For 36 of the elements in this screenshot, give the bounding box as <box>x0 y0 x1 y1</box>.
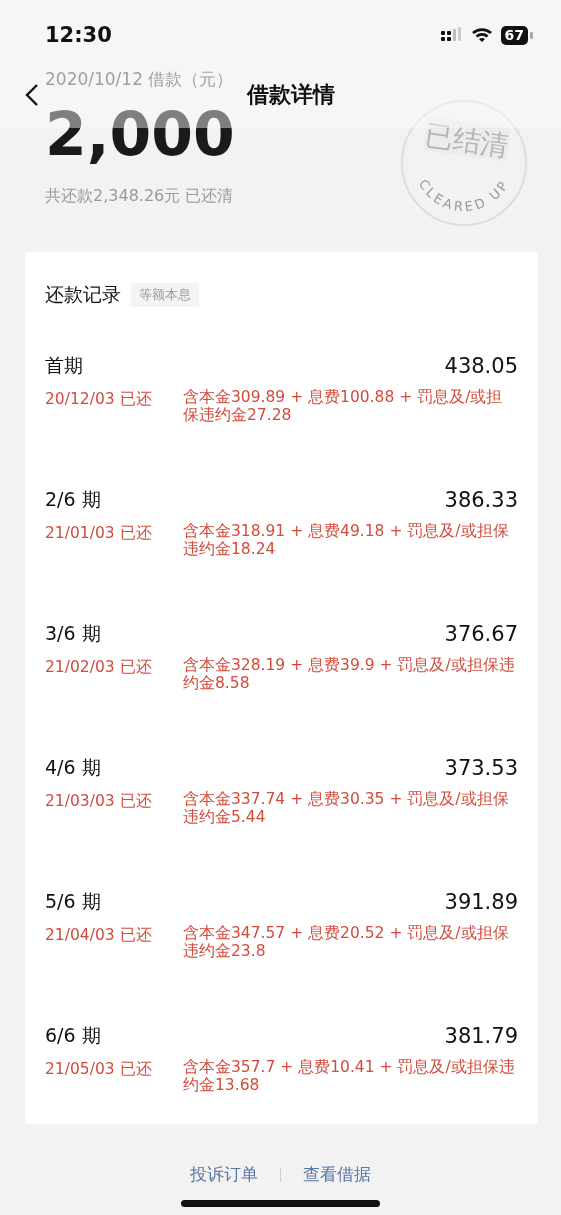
repaid-date: 21/05/03 已还 <box>45 1059 153 1080</box>
period-label: 4/6 期 <box>45 755 101 780</box>
amount-breakdown: 含本金318.91 + 息费49.18 + 罚息及/或担保违约金18.24 <box>183 522 510 558</box>
period-label: 3/6 期 <box>45 621 101 646</box>
amount-breakdown: 含本金347.57 + 息费20.52 + 罚息及/或担保违约金23.8 <box>183 924 510 960</box>
amount-breakdown: 含本金337.74 + 息费30.35 + 罚息及/或担保违约金5.44 <box>183 790 510 826</box>
period-label: 5/6 期 <box>45 889 101 914</box>
amount-breakdown: 含本金309.89 + 息费100.88 + 罚息及/或担保违约金27.28 <box>183 388 504 424</box>
period-label: 6/6 期 <box>45 1023 101 1048</box>
repaid-date: 21/02/03 已还 <box>45 657 153 678</box>
repaid-date: 21/03/03 已还 <box>45 791 153 812</box>
loan-date-label: 2020/10/12 借款（元） <box>45 68 234 90</box>
period-label: 2/6 期 <box>45 487 101 512</box>
period-amount: 381.79 <box>444 1024 518 1048</box>
period-amount: 373.53 <box>444 756 518 780</box>
page-title: 借款详情 <box>246 81 335 109</box>
repaid-date: 21/04/03 已还 <box>45 925 153 946</box>
period-amount: 391.89 <box>444 890 518 914</box>
section-title: 还款记录 <box>45 282 121 307</box>
period-amount: 386.33 <box>444 488 518 512</box>
repayment-type-tag: 等额本息 <box>131 283 199 307</box>
amount-breakdown: 含本金357.7 + 息费10.41 + 罚息及/或担保违约金13.68 <box>183 1058 516 1094</box>
back-icon[interactable] <box>24 83 40 107</box>
period-amount: 376.67 <box>444 622 518 646</box>
wifi-icon <box>470 27 493 43</box>
footer-link[interactable]: 投诉订单 <box>190 1163 258 1186</box>
loan-amount: 2,000 <box>45 98 235 171</box>
period-label: 首期 <box>45 353 83 378</box>
footer-link[interactable]: 查看借据 <box>303 1163 371 1186</box>
repaid-date: 21/01/03 已还 <box>45 523 153 544</box>
status-time: 12:30 <box>45 23 112 47</box>
repaid-summary: 共还款2,348.26元 已还清 <box>45 186 234 206</box>
repaid-date: 20/12/03 已还 <box>45 389 153 410</box>
signal-icon <box>440 27 463 43</box>
amount-breakdown: 含本金328.19 + 息费39.9 + 罚息及/或担保违约金8.58 <box>183 656 516 692</box>
period-amount: 438.05 <box>444 354 518 378</box>
